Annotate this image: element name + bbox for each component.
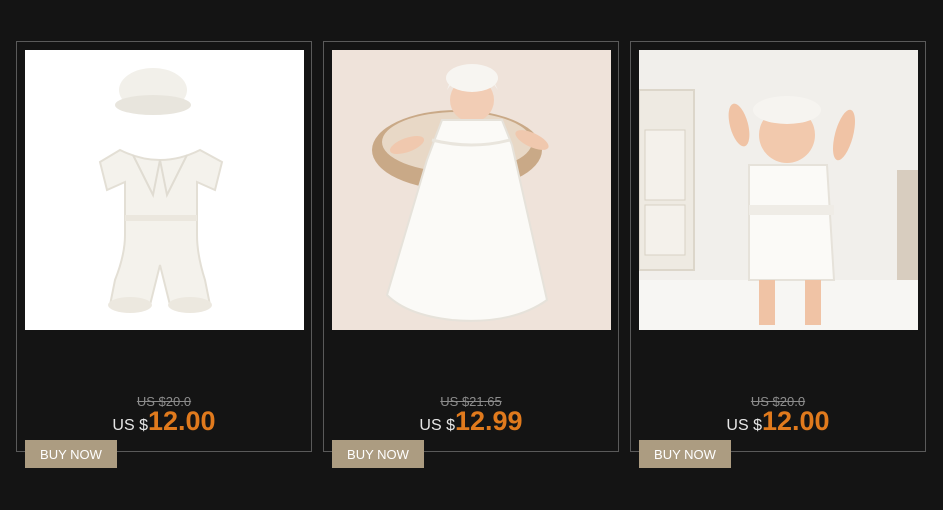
baby-christening-gown-icon — [332, 50, 611, 330]
currency-label: US $ — [726, 417, 762, 434]
buy-now-button[interactable]: BUY NOW — [332, 440, 424, 468]
product-card: US $20.0 US $12.00 BUY NOW — [16, 41, 312, 468]
price-amount: 12.99 — [455, 406, 523, 436]
currency-label: US $ — [112, 417, 148, 434]
product-image[interactable] — [639, 50, 918, 330]
baby-boy-romper-outfit-icon — [639, 50, 918, 330]
sale-price: US $12.00 — [631, 408, 925, 435]
buy-now-button[interactable]: BUY NOW — [639, 440, 731, 468]
product-image[interactable] — [25, 50, 304, 330]
product-card: US $20.0 US $12.00 BUY NOW — [630, 41, 926, 468]
sale-price: US $12.00 — [17, 408, 311, 435]
sale-price: US $12.99 — [324, 408, 618, 435]
price-amount: 12.00 — [148, 406, 216, 436]
baby-romper-with-cap-icon — [25, 50, 304, 330]
buy-now-button[interactable]: BUY NOW — [25, 440, 117, 468]
currency-label: US $ — [419, 417, 455, 434]
price-amount: 12.00 — [762, 406, 830, 436]
product-card: US $21.65 US $12.99 BUY NOW — [323, 41, 619, 468]
product-image[interactable] — [332, 50, 611, 330]
